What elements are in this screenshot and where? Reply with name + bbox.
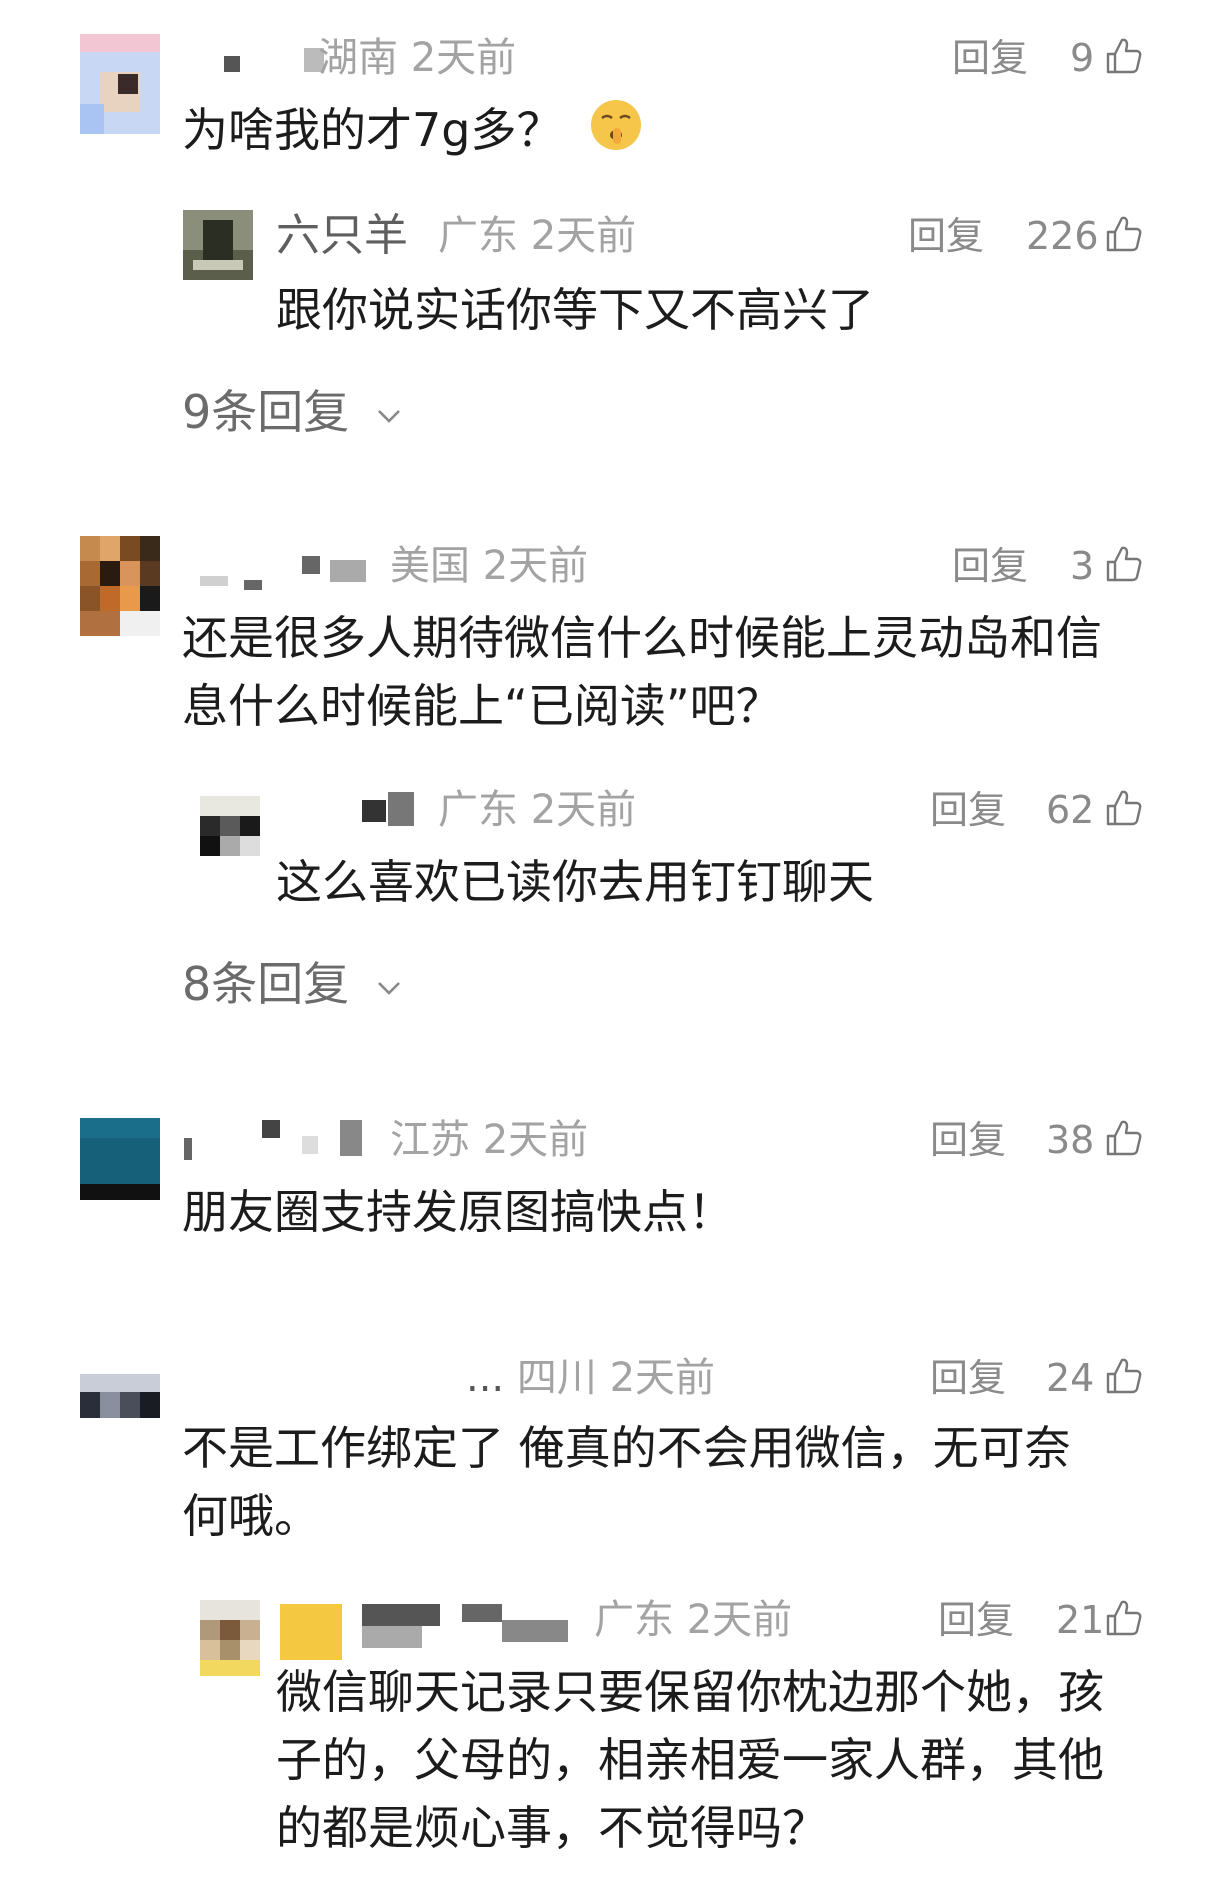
avatar[interactable] [183,210,253,280]
like-count: 3 [1070,544,1095,588]
reply-button[interactable]: 回复 [930,1354,1006,1402]
comment-text: 还是很多人期待微信什么时候能上灵动岛和信 息什么时候能上“已阅读”吧？ [182,611,1102,733]
like-count: 62 [1046,788,1095,832]
expand-replies-button[interactable]: 9条回复 [182,384,402,440]
location-time: 湖南 2天前 [318,35,517,81]
avatar[interactable] [80,1118,160,1200]
username[interactable]: 六只羊 [276,210,408,262]
thumbs-up-icon[interactable] [1104,214,1144,254]
chevron-down-icon [377,409,400,423]
reply-button[interactable]: 回复 [952,542,1028,590]
like-count: 38 [1046,1118,1095,1162]
reply-button[interactable]: 回复 [908,212,984,260]
thumbs-up-icon[interactable] [1104,1118,1144,1158]
avatar[interactable] [200,796,260,856]
reply-button[interactable]: 回复 [938,1596,1014,1644]
expand-replies-button[interactable]: 8条回复 [182,956,402,1012]
thumbs-up-icon[interactable] [1104,544,1144,584]
comment-text: 为啥我的才7g多？ [182,96,643,170]
location-time: 江苏 2天前 [390,1117,589,1163]
comment-text: 微信聊天记录只要保留你枕边那个她，孩 子的，父母的，相亲相爱一家人群，其他 的都… [276,1665,1104,1855]
location-time: ... 四川 2天前 [466,1355,716,1401]
like-count: 21 [1056,1598,1105,1642]
avatar[interactable] [80,536,160,636]
avatar[interactable] [80,34,160,134]
thumbs-up-icon[interactable] [1104,788,1144,828]
like-count: 24 [1046,1356,1095,1400]
like-count: 226 [1026,214,1099,258]
comment-text: 这么喜欢已读你去用钉钉聊天 [276,855,874,909]
comment-text: 朋友圈支持发原图搞快点！ [182,1185,734,1239]
thumbs-up-icon[interactable] [1104,1598,1144,1638]
chevron-down-icon [377,981,400,995]
shushing-face-icon [589,98,643,170]
thumbs-up-icon[interactable] [1104,36,1144,76]
thumbs-up-icon[interactable] [1104,1356,1144,1396]
reply-button[interactable]: 回复 [930,786,1006,834]
like-count: 9 [1070,36,1095,80]
avatar[interactable] [80,1374,160,1418]
comment-text: 不是工作绑定了 俺真的不会用微信，无可奈 何哦。 [182,1421,1071,1543]
location-time: 美国 2天前 [390,543,589,589]
location-time: 广东 2天前 [438,787,637,833]
avatar[interactable] [200,1600,260,1676]
comment-text: 跟你说实话你等下又不高兴了 [276,283,874,337]
reply-button[interactable]: 回复 [930,1116,1006,1164]
location-time: 广东 2天前 [438,213,637,259]
reply-button[interactable]: 回复 [952,34,1028,82]
location-time: 广东 2天前 [594,1597,793,1643]
